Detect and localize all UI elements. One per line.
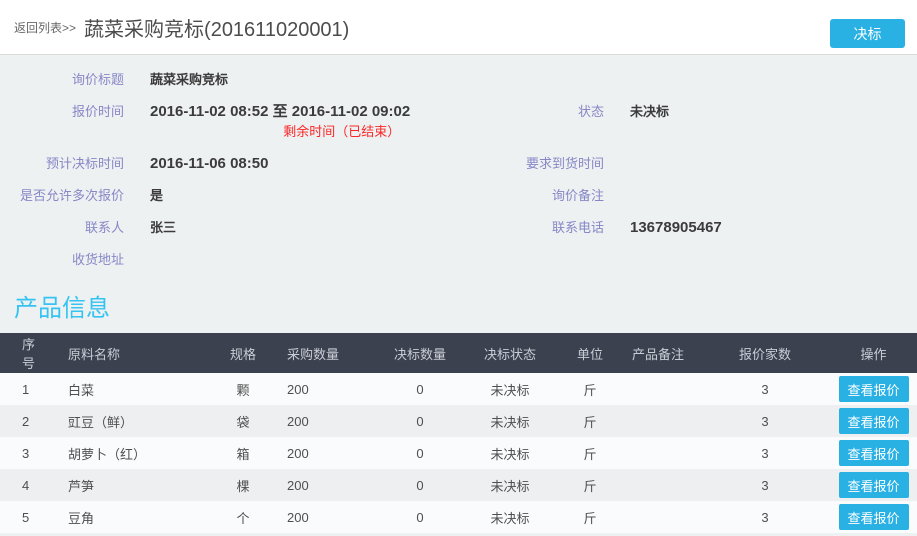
cell-material-name: 芦笋	[48, 469, 220, 501]
cell-award-status: 未决标	[460, 437, 560, 469]
table-row: 5 豆角 个 200 0 未决标 斤 3 查看报价	[0, 501, 917, 533]
contact-phone-label: 联系电话	[458, 218, 604, 238]
page-title: 蔬菜采购竞标(201611020001)	[84, 13, 349, 42]
cell-remark	[620, 501, 700, 533]
view-quote-button[interactable]: 查看报价	[839, 408, 909, 434]
view-quote-button[interactable]: 查看报价	[839, 376, 909, 402]
cell-purchase-qty: 200	[266, 437, 380, 469]
quote-time-label: 报价时间	[0, 102, 124, 122]
col-header-action: 操作	[830, 333, 917, 373]
col-header-no: 序号	[0, 333, 48, 373]
allow-multiple-quotes-label: 是否允许多次报价	[0, 186, 124, 206]
col-header-material-name: 原料名称	[48, 333, 220, 373]
inquiry-remark-label: 询价备注	[458, 186, 604, 206]
expected-award-time-value: 2016-11-06 08:50	[150, 154, 268, 174]
cell-award-qty: 0	[380, 469, 460, 501]
cell-remark	[620, 405, 700, 437]
cell-award-status: 未决标	[460, 373, 560, 405]
table-row: 3 胡萝卜（红） 箱 200 0 未决标 斤 3 查看报价	[0, 437, 917, 469]
table-row: 2 豇豆（鲜） 袋 200 0 未决标 斤 3 查看报价	[0, 405, 917, 437]
col-header-purchase-qty: 采购数量	[266, 333, 380, 373]
cell-unit: 斤	[560, 373, 620, 405]
view-quote-button[interactable]: 查看报价	[839, 440, 909, 466]
info-row: 预计决标时间 2016-11-06 08:50 要求到货时间	[0, 148, 917, 180]
topbar: 返回列表>> 蔬菜采购竞标(201611020001) 决标	[0, 0, 917, 55]
inquiry-title-value: 蔬菜采购竞标	[150, 70, 228, 90]
view-quote-button[interactable]: 查看报价	[839, 472, 909, 498]
award-button[interactable]: 决标	[830, 19, 905, 48]
cell-award-status: 未决标	[460, 469, 560, 501]
cell-remark	[620, 437, 700, 469]
cell-award-qty: 0	[380, 437, 460, 469]
cell-award-status: 未决标	[460, 405, 560, 437]
cell-purchase-qty: 200	[266, 405, 380, 437]
products-section-title: 产品信息	[14, 294, 917, 323]
products-table: 序号 原料名称 规格 采购数量 决标数量 决标状态 单位 产品备注 报价家数 操…	[0, 333, 917, 533]
cell-spec: 个	[220, 501, 266, 533]
contact-person-value: 张三	[150, 218, 176, 238]
contact-person-label: 联系人	[0, 218, 124, 238]
delivery-address-label: 收货地址	[0, 250, 124, 270]
col-header-quote-count: 报价家数	[700, 333, 830, 373]
cell-no: 1	[0, 373, 48, 405]
info-row: 联系人 张三 联系电话 13678905467	[0, 212, 917, 244]
col-header-unit: 单位	[560, 333, 620, 373]
quote-time-value: 2016-11-02 08:52 至 2016-11-02 09:02	[150, 102, 410, 122]
cell-spec: 箱	[220, 437, 266, 469]
col-header-remark: 产品备注	[620, 333, 700, 373]
remaining-time-note: 剩余时间（已结束）	[150, 122, 410, 142]
cell-material-name: 胡萝卜（红）	[48, 437, 220, 469]
status-value: 未决标	[630, 102, 669, 122]
cell-remark	[620, 373, 700, 405]
cell-award-status: 未决标	[460, 501, 560, 533]
cell-award-qty: 0	[380, 501, 460, 533]
cell-no: 3	[0, 437, 48, 469]
table-row: 4 芦笋 棵 200 0 未决标 斤 3 查看报价	[0, 469, 917, 501]
cell-unit: 斤	[560, 405, 620, 437]
cell-purchase-qty: 200	[266, 469, 380, 501]
contact-phone-value: 13678905467	[630, 218, 722, 238]
cell-quote-count: 3	[700, 373, 830, 405]
info-row: 收货地址	[0, 244, 917, 276]
cell-unit: 斤	[560, 501, 620, 533]
cell-material-name: 豆角	[48, 501, 220, 533]
cell-no: 5	[0, 501, 48, 533]
col-header-spec: 规格	[220, 333, 266, 373]
inquiry-info-panel: 询价标题 蔬菜采购竞标 报价时间 2016-11-02 08:52 至 2016…	[0, 55, 917, 282]
inquiry-title-label: 询价标题	[0, 70, 124, 90]
cell-quote-count: 3	[700, 437, 830, 469]
back-to-list-link[interactable]: 返回列表>>	[14, 19, 76, 36]
cell-purchase-qty: 200	[266, 501, 380, 533]
expected-award-time-label: 预计决标时间	[0, 154, 124, 174]
cell-remark	[620, 469, 700, 501]
cell-unit: 斤	[560, 469, 620, 501]
table-header-row: 序号 原料名称 规格 采购数量 决标数量 决标状态 单位 产品备注 报价家数 操…	[0, 333, 917, 373]
cell-unit: 斤	[560, 437, 620, 469]
status-label: 状态	[458, 102, 604, 122]
cell-award-qty: 0	[380, 373, 460, 405]
table-row: 1 白菜 颗 200 0 未决标 斤 3 查看报价	[0, 373, 917, 405]
cell-material-name: 白菜	[48, 373, 220, 405]
info-row: 报价时间 2016-11-02 08:52 至 2016-11-02 09:02…	[0, 96, 917, 148]
info-row: 是否允许多次报价 是 询价备注	[0, 180, 917, 212]
col-header-award-status: 决标状态	[460, 333, 560, 373]
info-row: 询价标题 蔬菜采购竞标	[0, 64, 917, 96]
required-delivery-time-label: 要求到货时间	[458, 154, 604, 174]
cell-material-name: 豇豆（鲜）	[48, 405, 220, 437]
cell-award-qty: 0	[380, 405, 460, 437]
cell-no: 2	[0, 405, 48, 437]
cell-spec: 袋	[220, 405, 266, 437]
cell-spec: 棵	[220, 469, 266, 501]
view-quote-button[interactable]: 查看报价	[839, 504, 909, 530]
allow-multiple-quotes-value: 是	[150, 186, 163, 206]
cell-purchase-qty: 200	[266, 373, 380, 405]
col-header-award-qty: 决标数量	[380, 333, 460, 373]
cell-spec: 颗	[220, 373, 266, 405]
cell-quote-count: 3	[700, 469, 830, 501]
cell-quote-count: 3	[700, 405, 830, 437]
cell-quote-count: 3	[700, 501, 830, 533]
cell-no: 4	[0, 469, 48, 501]
